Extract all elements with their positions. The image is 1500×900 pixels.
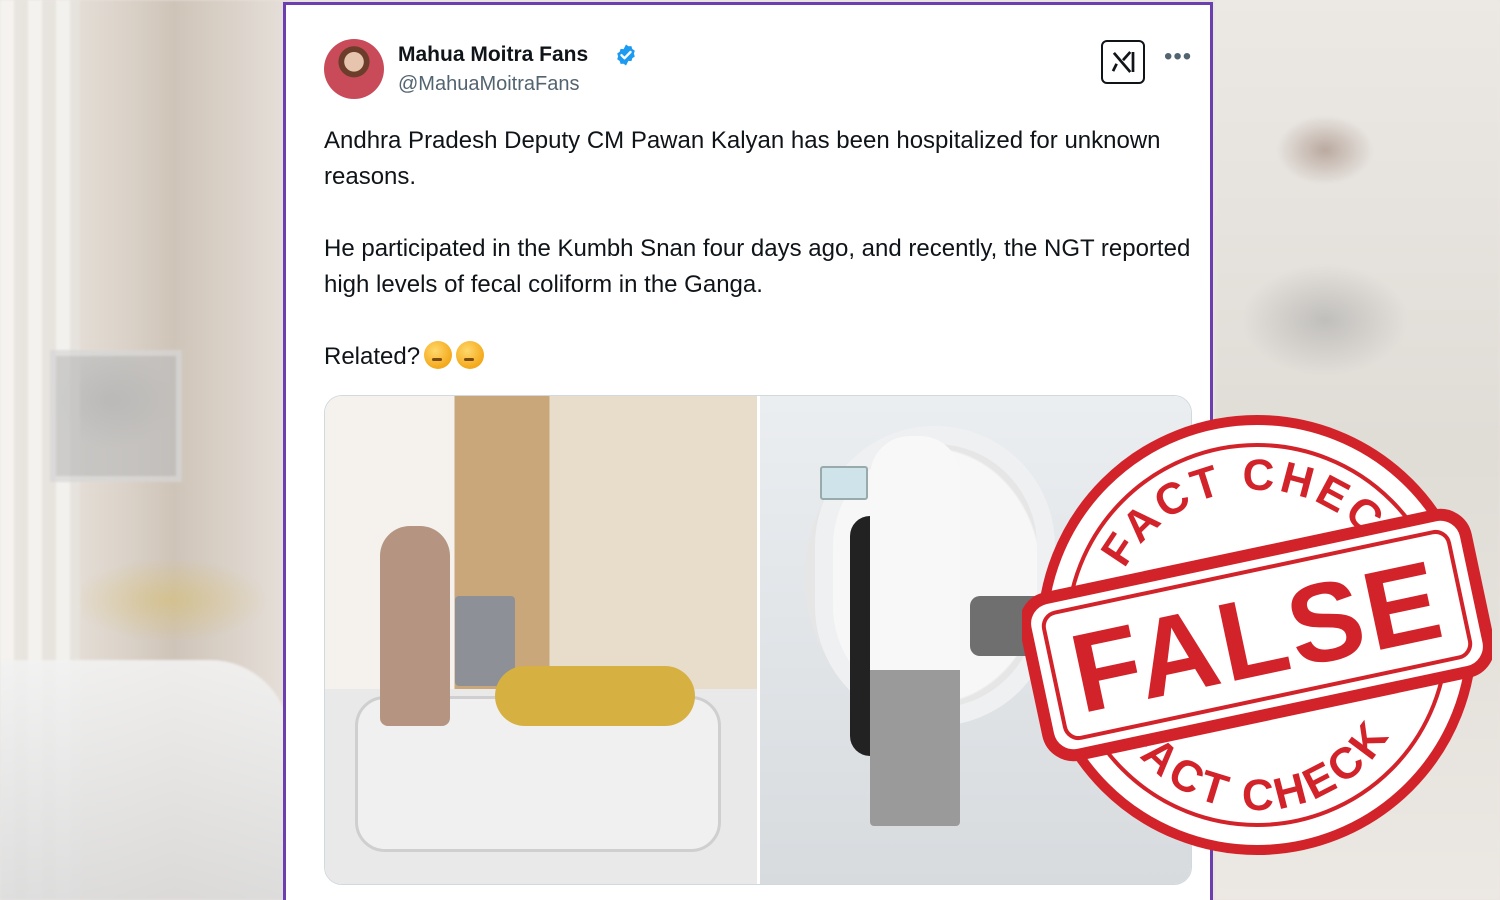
tweet-paragraph-related: Related?: [324, 339, 1194, 375]
background-medical-monitor: [50, 350, 182, 482]
doctor-figure: [380, 526, 450, 726]
tweet-paragraph: He participated in the Kumbh Snan four d…: [324, 235, 1191, 298]
verified-badge-icon: [617, 44, 635, 66]
thinking-face-emoji-icon: [456, 341, 485, 369]
background-hospital-photo-left: [0, 0, 290, 900]
hospital-room-photo[interactable]: [325, 396, 757, 884]
avatar[interactable]: [324, 39, 384, 99]
more-options-icon[interactable]: •••: [1164, 45, 1191, 73]
tweet-paragraph-text: Related?: [324, 343, 421, 370]
tweet-paragraph: Andhra Pradesh Deputy CM Pawan Kalyan ha…: [324, 127, 1161, 190]
scanner-console-screen: [820, 466, 868, 500]
author-handle[interactable]: @MahuaMoitraFans: [398, 73, 579, 96]
fact-check-false-stamp: FACT CHECK FACT CHECK FALSE: [1022, 415, 1492, 855]
background-hospital-bed: [0, 660, 290, 900]
patient-figure: [495, 666, 695, 726]
technician-figure: [870, 436, 960, 826]
tweet-text: Andhra Pradesh Deputy CM Pawan Kalyan ha…: [324, 123, 1194, 375]
thinking-face-emoji-icon: [424, 341, 453, 369]
author-name[interactable]: Mahua Moitra Fans: [398, 43, 588, 67]
grok-icon[interactable]: [1101, 40, 1145, 84]
